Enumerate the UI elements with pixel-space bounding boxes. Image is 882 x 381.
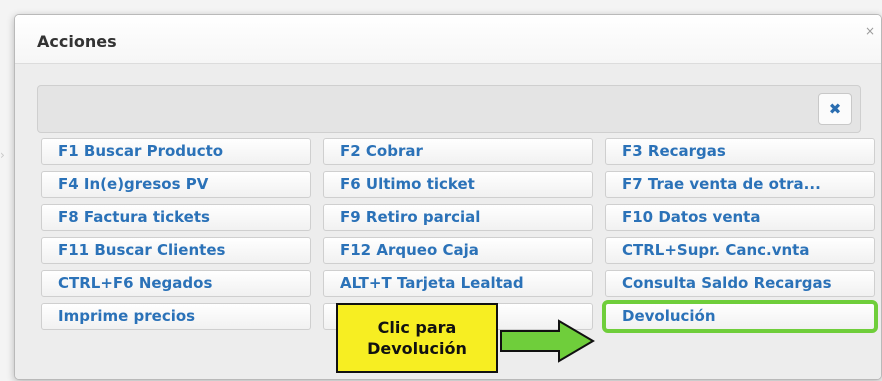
callout-line-2: Devolución: [367, 339, 467, 358]
action-arqueo-caja[interactable]: F12 Arqueo Caja: [323, 237, 593, 264]
arrow-right-icon: [500, 319, 595, 363]
actions-grid: F1 Buscar Producto F2 Cobrar F3 Recargas…: [41, 138, 878, 333]
action-imprime-precios[interactable]: Imprime precios: [41, 303, 311, 330]
close-button[interactable]: ✖: [818, 93, 852, 125]
action-buscar-producto[interactable]: F1 Buscar Producto: [41, 138, 311, 165]
action-negados[interactable]: CTRL+F6 Negados: [41, 270, 311, 297]
action-buscar-clientes[interactable]: F11 Buscar Clientes: [41, 237, 311, 264]
action-ingresos-pv[interactable]: F4 In(e)gresos PV: [41, 171, 311, 198]
backdrop-fragment: ›: [0, 148, 5, 162]
dialog-titlebar: Acciones ×: [15, 15, 881, 64]
action-factura-tickets[interactable]: F8 Factura tickets: [41, 204, 311, 231]
dialog-toolbar: ✖: [37, 85, 861, 133]
action-cobrar[interactable]: F2 Cobrar: [323, 138, 593, 165]
dialog-title: Acciones: [37, 32, 117, 51]
action-cancelar-venta[interactable]: CTRL+Supr. Canc.vnta: [605, 237, 875, 264]
action-recargas[interactable]: F3 Recargas: [605, 138, 875, 165]
tutorial-callout: Clic para Devolución: [336, 303, 498, 373]
action-ultimo-ticket[interactable]: F6 Ultimo ticket: [323, 171, 593, 198]
callout-line-1: Clic para: [377, 318, 457, 337]
action-consulta-saldo-recargas[interactable]: Consulta Saldo Recargas: [605, 270, 875, 297]
action-trae-venta[interactable]: F7 Trae venta de otra...: [605, 171, 875, 198]
action-devolucion[interactable]: Devolución: [602, 300, 878, 333]
action-retiro-parcial[interactable]: F9 Retiro parcial: [323, 204, 593, 231]
action-datos-venta[interactable]: F10 Datos venta: [605, 204, 875, 231]
action-tarjeta-lealtad[interactable]: ALT+T Tarjeta Lealtad: [323, 270, 593, 297]
close-icon[interactable]: ×: [865, 24, 875, 38]
